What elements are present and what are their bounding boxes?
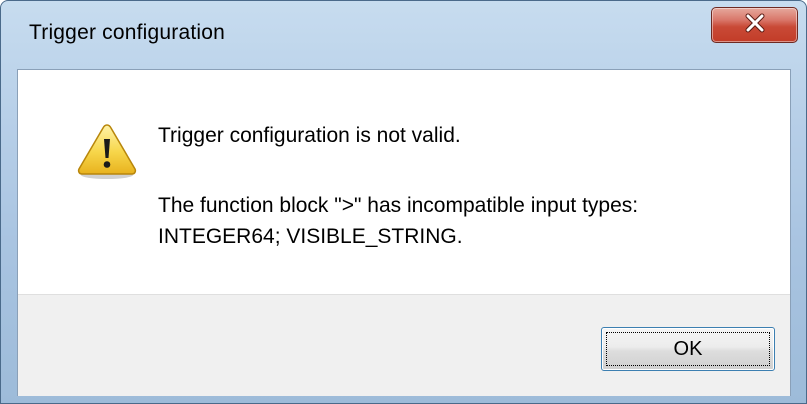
ok-button-label: OK <box>673 337 703 360</box>
dialog-content: Trigger configuration is not valid. The … <box>17 69 791 396</box>
ok-button[interactable]: OK <box>601 327 775 371</box>
close-button[interactable] <box>711 7 798 43</box>
warning-icon <box>76 122 138 180</box>
close-x-icon <box>743 12 767 39</box>
window-title: Trigger configuration <box>29 21 226 44</box>
title-bar[interactable]: Trigger configuration <box>1 1 806 61</box>
message-detail-line: INTEGER64; VISIBLE_STRING. <box>158 225 463 248</box>
button-bar: OK <box>18 294 790 396</box>
message-detail-line: The function block ">" has incompatible … <box>158 194 639 217</box>
dialog-window: Trigger configuration Trigger configurat… <box>0 0 807 404</box>
message-main: Trigger configuration is not valid. <box>158 124 461 147</box>
message-detail: The function block ">" has incompatible … <box>158 190 638 252</box>
